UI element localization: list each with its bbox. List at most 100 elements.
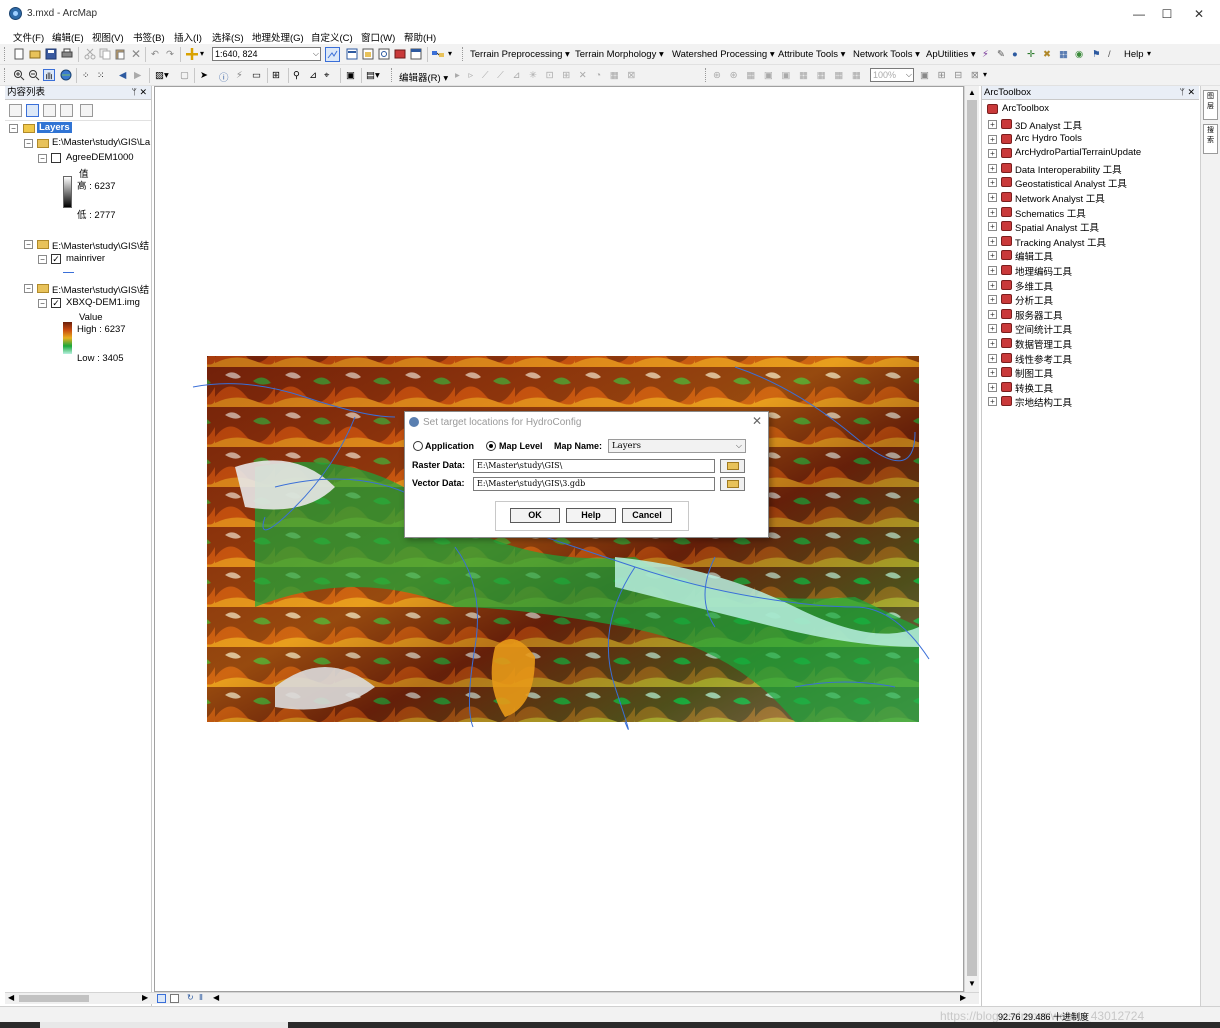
toolbox-item[interactable]: ArcHydroPartialTerrainUpdate [1015,147,1141,158]
globe-icon[interactable]: ◉ [1075,49,1083,60]
source-path-2[interactable]: E:\Master\study\GIS\结 [52,238,152,252]
collapse-icon[interactable]: − [38,299,47,308]
toolbox-item[interactable]: Arc Hydro Tools [1015,133,1082,144]
menu-network-tools[interactable]: Network Tools ▾ [853,49,920,60]
collapse-icon[interactable]: − [24,240,33,249]
menu-geoprocessing[interactable]: 地理处理(G) [252,30,304,44]
flow-path-tracing-icon[interactable]: ⚡ [982,49,989,60]
scroll-thumb[interactable] [967,100,977,976]
toolbox-item[interactable]: Schematics 工具 [1015,206,1086,220]
forward-extent-icon[interactable]: ▶ [134,70,141,81]
expand-icon[interactable]: + [988,280,997,290]
expand-icon[interactable]: + [988,353,997,363]
menu-terrain-morphology[interactable]: Terrain Morphology ▾ [575,49,664,60]
menu-windows[interactable]: 窗口(W) [361,30,395,44]
expand-icon[interactable]: + [988,207,997,217]
collapse-icon[interactable]: − [38,154,47,163]
search-side-tab[interactable]: 搜索 [1203,124,1218,154]
clear-selection-icon[interactable]: ▢ [180,70,189,81]
collapse-icon[interactable]: − [9,124,18,133]
dem-raster-map[interactable] [155,87,965,993]
toc-scroll-thumb[interactable] [19,995,89,1002]
editor-menu[interactable]: 编辑器(R) ▾ [399,70,448,84]
toolbox-item[interactable]: 制图工具 [1015,366,1053,380]
expand-icon[interactable]: + [988,324,997,334]
list-by-visibility-icon[interactable] [43,104,56,117]
toolbox-item[interactable]: Spatial Analyst 工具 [1015,220,1099,234]
find-icon[interactable]: ⚲ [293,70,300,81]
help-button[interactable]: Help [566,508,616,523]
delete-icon[interactable]: ✕ [131,47,141,61]
zoom-in-icon[interactable] [13,69,25,81]
toolbox-item[interactable]: 数据管理工具 [1015,337,1072,351]
map-scroll-right-icon[interactable]: ▶ [960,993,966,1002]
time-slider-icon[interactable]: ⌖ [324,70,329,81]
toolbox-item[interactable]: 编辑工具 [1015,249,1053,263]
toolbar-overflow-icon-3[interactable]: ▾ [983,70,987,79]
menu-watershed-processing[interactable]: Watershed Processing ▾ [672,49,775,60]
list-by-source-icon[interactable] [26,104,39,117]
go-to-xy-icon[interactable]: ⊿ [309,70,317,81]
taskbar-search-box[interactable] [40,1022,288,1028]
search-window-icon[interactable] [378,48,390,60]
toolbar-grip[interactable] [4,47,7,61]
layout-view-icon[interactable] [170,994,179,1003]
expand-icon[interactable]: + [988,149,997,159]
close-button[interactable]: ✕ [1184,4,1214,24]
help-menu-button[interactable]: Help [1124,49,1144,60]
copy-icon[interactable] [99,48,111,60]
map-scroll-left-icon[interactable]: ◀ [213,993,219,1002]
python-window-icon[interactable] [410,48,422,60]
toolbox-item[interactable]: 转换工具 [1015,381,1053,395]
batch-point-icon[interactable]: ✛ [1027,49,1035,60]
layer-visibility-checkbox[interactable]: ✓ [51,254,61,264]
layer-visibility-checkbox[interactable]: ✓ [51,298,61,308]
toolbox-item[interactable]: 分析工具 [1015,293,1053,307]
expand-icon[interactable]: + [988,120,997,129]
toolbox-item[interactable]: 地理编码工具 [1015,264,1072,278]
layout-tools-icon[interactable]: ▣ ⊞ ⊟ ⊠ [920,70,982,81]
undo-icon[interactable]: ↶ [151,49,159,60]
menu-aputilities[interactable]: ApUtilities ▾ [926,49,976,60]
measure-icon[interactable]: ⊞ [272,70,280,81]
scroll-right-icon[interactable]: ▶ [142,993,148,1002]
add-data-icon[interactable] [186,48,198,60]
list-by-selection-icon[interactable] [60,104,73,117]
toolbox-item[interactable]: 3D Analyst 工具 [1015,118,1082,132]
toolbox-root[interactable]: ArcToolbox [1002,103,1049,114]
expand-icon[interactable]: + [988,339,997,348]
dialog-close-button[interactable]: ✕ [752,414,762,428]
toolbox-item[interactable]: 线性参考工具 [1015,352,1072,366]
hyperlink-icon[interactable]: ⚡ [236,70,243,81]
point-delineation-icon[interactable]: ● [1012,49,1018,60]
modelbuilder-icon[interactable] [432,48,444,60]
expand-icon[interactable]: + [988,251,997,261]
toolbox-item[interactable]: Tracking Analyst 工具 [1015,235,1106,249]
layer-xbxq-dem1[interactable]: XBXQ-DEM1.img [66,297,140,308]
menu-file[interactable]: 文件(F) [13,30,44,44]
table-of-contents-icon[interactable] [346,48,358,60]
menu-edit[interactable]: 编辑(E) [52,30,84,44]
map-vertical-scrollbar[interactable]: ▲ ▼ [964,86,979,992]
print-icon[interactable] [61,48,73,60]
scroll-left-icon[interactable]: ◀ [8,993,14,1002]
ok-button[interactable]: OK [510,508,560,523]
map-level-radio-label[interactable]: Map Level [499,441,543,451]
layer-mainriver[interactable]: mainriver [66,253,105,264]
toolbar-overflow-icon-2[interactable]: ▾ [1147,49,1151,58]
map-level-radio[interactable] [486,441,496,451]
expand-icon[interactable]: + [988,266,997,275]
save-icon[interactable] [45,48,57,60]
expand-icon[interactable]: + [988,222,997,232]
layer-visibility-checkbox[interactable] [51,153,61,163]
pan-hand-icon[interactable] [43,69,55,81]
toolbox-item[interactable]: Network Analyst 工具 [1015,191,1105,205]
flag-icon[interactable]: ⚑ [1092,49,1101,60]
application-radio[interactable] [413,441,423,451]
arctoolbox-icon[interactable] [394,48,406,60]
menu-customize[interactable]: 自定义(C) [311,30,353,44]
collapse-icon[interactable]: − [24,139,33,148]
back-extent-icon[interactable]: ◀ [119,70,126,81]
expand-icon[interactable]: + [988,134,997,144]
toc-options-icon[interactable] [80,104,93,117]
